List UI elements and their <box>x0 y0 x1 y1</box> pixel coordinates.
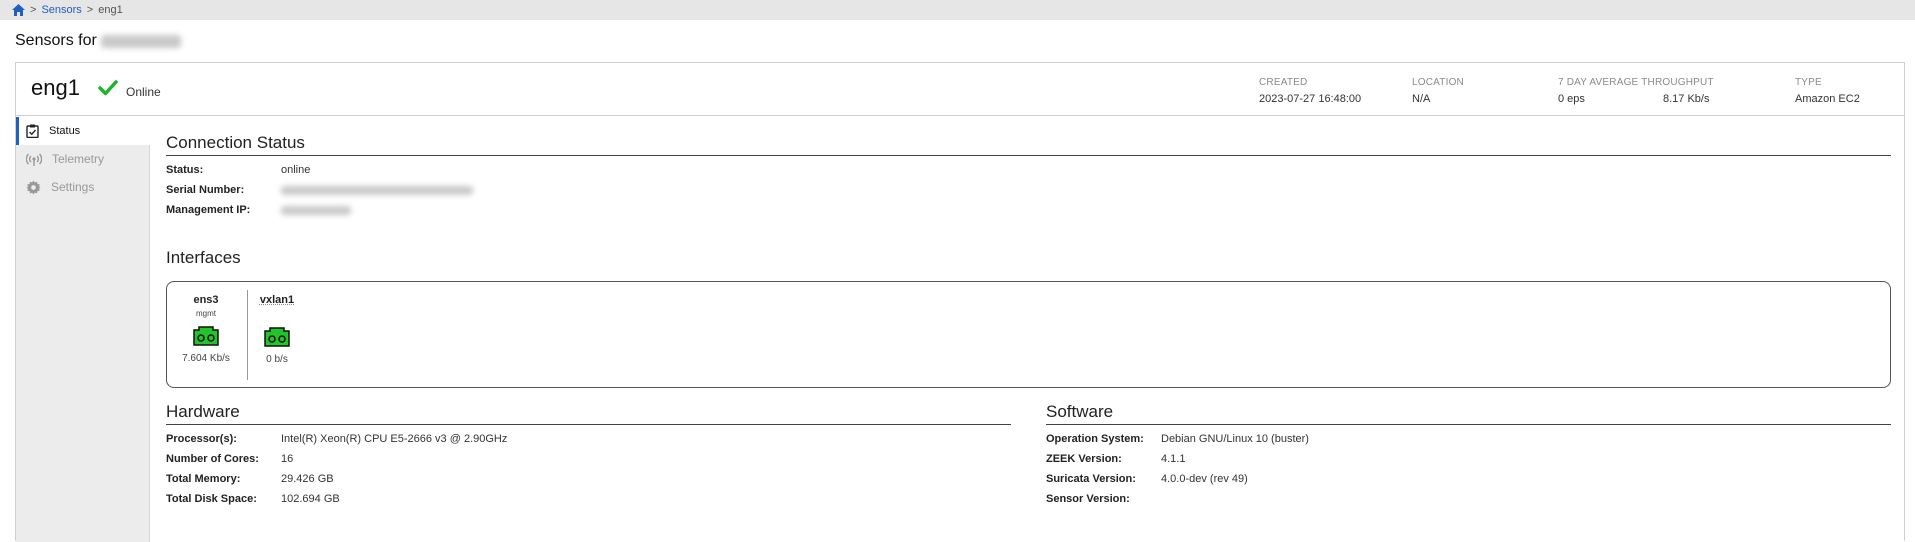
software-section: Software Operation System: Debian GNU/Lin… <box>1046 402 1891 509</box>
hardware-section: Hardware Processor(s): Intel(R) Xeon(R) C… <box>166 402 1011 509</box>
redacted-serial <box>281 186 473 195</box>
home-icon[interactable] <box>12 4 25 16</box>
kv-row: Total Disk Space: 102.694 GB <box>166 489 1011 509</box>
breadcrumb-separator: > <box>30 4 36 16</box>
sidebar: Status Telemetry Settings <box>16 117 150 542</box>
kv-row: Number of Cores: 16 <box>166 449 1011 469</box>
section-title: Software <box>1046 402 1891 425</box>
sensor-card: eng1 Online CREATED 2023-07-27 16:48:00 … <box>15 62 1905 541</box>
kv-row: Operation System: Debian GNU/Linux 10 (bu… <box>1046 429 1891 449</box>
section-title: Interfaces <box>166 248 1891 270</box>
interface-ens3[interactable]: ens3 mgmt 7.604 Kb/s <box>173 294 239 364</box>
breadcrumb-current: eng1 <box>98 4 122 16</box>
kv-row: Serial Number: <box>166 180 1891 200</box>
meta-throughput: 7 DAY AVERAGE THROUGHPUT 0 eps 8.17 Kb/s <box>1558 77 1714 105</box>
redacted-org-name <box>101 35 181 48</box>
kv-row: Status: online <box>166 160 1891 180</box>
kv-row: Total Memory: 29.426 GB <box>166 469 1011 489</box>
interfaces-panel: ens3 mgmt 7.604 Kb/s vxlan1 0 b/s <box>166 281 1891 388</box>
meta-created: CREATED 2023-07-27 16:48:00 <box>1259 77 1361 105</box>
sensor-name: eng1 <box>31 75 80 101</box>
gear-icon <box>26 180 41 195</box>
broadcast-icon <box>26 152 42 166</box>
page-title: Sensors for <box>15 32 181 50</box>
meta-type: TYPE Amazon EC2 <box>1795 77 1860 105</box>
status-badge: Online <box>126 85 161 99</box>
section-title: Connection Status <box>166 133 1891 156</box>
breadcrumb-separator: > <box>87 4 93 16</box>
check-icon <box>98 80 118 96</box>
interface-vxlan1[interactable]: vxlan1 0 b/s <box>244 294 310 365</box>
kv-row: Sensor Version: <box>1046 489 1891 509</box>
throughput-eps: 0 eps <box>1558 93 1585 105</box>
kv-row: ZEEK Version: 4.1.1 <box>1046 449 1891 469</box>
kv-row: Management IP: <box>166 200 1891 220</box>
connection-status-section: Connection Status Status: online Serial N… <box>166 133 1891 220</box>
network-port-icon <box>193 326 219 346</box>
network-port-icon <box>264 327 290 347</box>
kv-row: Processor(s): Intel(R) Xeon(R) CPU E5-266… <box>166 429 1011 449</box>
sensor-header: eng1 Online CREATED 2023-07-27 16:48:00 … <box>16 63 1904 116</box>
sidebar-item-settings[interactable]: Settings <box>16 173 149 201</box>
breadcrumb: > Sensors > eng1 <box>0 0 1915 20</box>
section-title: Hardware <box>166 402 1011 425</box>
kv-row: Suricata Version: 4.0.0-dev (rev 49) <box>1046 469 1891 489</box>
breadcrumb-sensors-link[interactable]: Sensors <box>41 4 81 16</box>
interfaces-section: Interfaces ens3 mgmt 7.604 Kb/s vxlan1 0… <box>166 248 1891 388</box>
sidebar-item-telemetry[interactable]: Telemetry <box>16 145 149 173</box>
throughput-bits: 8.17 Kb/s <box>1663 93 1709 105</box>
meta-location: LOCATION N/A <box>1412 77 1464 105</box>
clipboard-check-icon <box>26 124 39 138</box>
redacted-ip <box>281 206 351 215</box>
sidebar-item-status[interactable]: Status <box>16 117 150 145</box>
